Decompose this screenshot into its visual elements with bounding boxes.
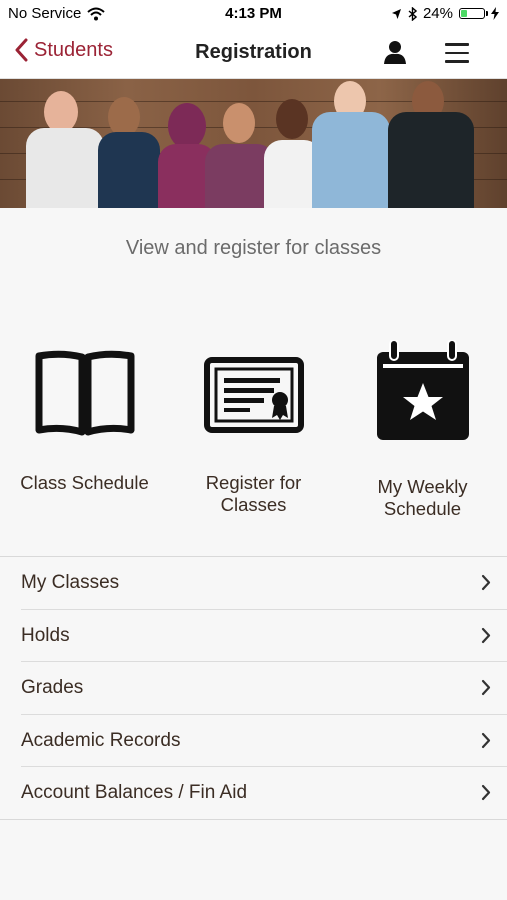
list-item-label: Holds [21,624,70,646]
user-icon [384,41,406,64]
person-figure [388,79,474,208]
tile-label: Class Schedule [20,472,149,493]
menu-button[interactable] [445,43,469,69]
section-subtitle: View and register for classes [125,237,382,259]
list-item-label: Academic Records [21,729,181,751]
location-icon [391,8,401,19]
list-item-my-classes[interactable]: My Classes [21,557,507,610]
battery-icon [459,8,488,19]
person-figure [312,79,390,208]
tile-label: My Weekly Schedule [377,476,468,519]
battery-percent: 24% [422,5,453,22]
charging-icon [491,7,499,20]
my-weekly-schedule-tile[interactable]: My Weekly Schedule [338,340,507,520]
class-schedule-tile[interactable]: Class Schedule [0,340,169,494]
person-figure [26,79,106,208]
calendar-star-icon [376,340,469,440]
status-right: 24% [391,5,499,22]
navigation-bar: Students Registration [0,28,507,79]
chevron-right-icon [481,679,491,696]
list-item-label: Account Balances / Fin Aid [21,782,248,803]
navigation-list: My Classes Holds Grades Academic Records… [0,556,507,820]
action-tiles: Class Schedule Register for Classes My We… [0,340,507,540]
profile-button[interactable] [383,40,407,69]
bluetooth-icon [408,6,417,21]
battery-level-fill [461,10,467,17]
list-item-grades[interactable]: Grades [21,662,507,715]
register-for-classes-tile[interactable]: Register for Classes [169,340,338,516]
list-item-academic-records[interactable]: Academic Records [21,715,507,767]
list-item-account-balances[interactable]: Account Balances / Fin Aid [21,767,507,819]
banner-photo [0,79,507,208]
certificate-icon [203,357,304,433]
tile-label: Register for Classes [205,472,302,515]
list-item-holds[interactable]: Holds [21,610,507,662]
chevron-right-icon [481,574,491,591]
page-title: Registration [195,41,312,63]
chevron-right-icon [481,784,491,801]
chevron-right-icon [481,627,491,643]
open-book-icon [35,350,134,436]
status-bar: No Service 4:13 PM 24% [0,0,507,28]
list-item-label: Grades [21,677,84,698]
list-item-label: My Classes [21,572,120,593]
chevron-right-icon [481,732,491,748]
person-figure [98,79,160,208]
hamburger-menu-icon [445,43,469,63]
